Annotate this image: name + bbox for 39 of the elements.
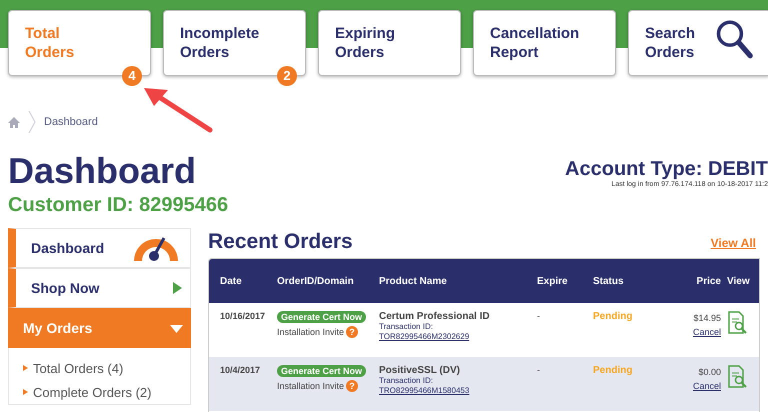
column-header: Price (696, 276, 722, 286)
invite-label: Installation Invite (277, 327, 344, 337)
sidebar-item[interactable]: Dashboard (8, 228, 191, 268)
cancel-link[interactable]: Cancel (692, 381, 721, 391)
product-name: Certum Professional ID (379, 311, 491, 322)
invite-label: Installation Invite (277, 381, 344, 391)
column-header: Expire (537, 276, 569, 286)
expire-cell-text: - (537, 311, 541, 323)
transaction-link[interactable]: TOR82995466M2302629 (379, 332, 470, 341)
cancel-link[interactable]: Cancel (692, 327, 721, 337)
product-name: PositiveSSL (DV) (379, 365, 461, 376)
customer-id: Customer ID: 82995466 (8, 194, 228, 217)
date-cell-text: 10/16/2017 (220, 311, 266, 323)
status-cell-text: Pending (593, 365, 634, 378)
page-title: Dashboard (8, 150, 196, 192)
column-header: Product Name (379, 276, 448, 286)
submenu-link[interactable]: Complete Orders (2) (33, 384, 152, 400)
tab[interactable]: Cancellation Report (473, 10, 616, 76)
count-badge: 2 (277, 66, 297, 86)
date-cell-text: 10/4/2017 (220, 365, 262, 377)
sidebar-item[interactable]: Shop Now (8, 268, 191, 308)
account-type: Account Type: DEBIT (565, 158, 768, 180)
price-cell-text: $14.95 (692, 312, 721, 325)
column-header: View (727, 276, 751, 286)
transaction-label: Transaction ID: (379, 376, 434, 385)
breadcrumb-item[interactable]: Dashboard (44, 116, 98, 128)
price-cell-text: $0.00 (697, 366, 721, 379)
column-header: Date (220, 276, 243, 286)
transaction-link[interactable]: TRO82995466M1580453 (379, 386, 470, 395)
column-header: Status (593, 276, 625, 286)
tab[interactable]: Expiring Orders (318, 10, 461, 76)
expire-cell-text: - (537, 365, 541, 377)
column-header: OrderID/Domain (277, 276, 355, 286)
transaction-label: Transaction ID: (379, 322, 434, 331)
count-badge: 4 (122, 66, 142, 86)
section-title: Recent Orders (208, 230, 353, 254)
tab[interactable]: Search Orders (628, 10, 768, 76)
submenu-link[interactable]: Total Orders (4) (33, 360, 124, 376)
status-cell-text: Pending (593, 311, 634, 324)
